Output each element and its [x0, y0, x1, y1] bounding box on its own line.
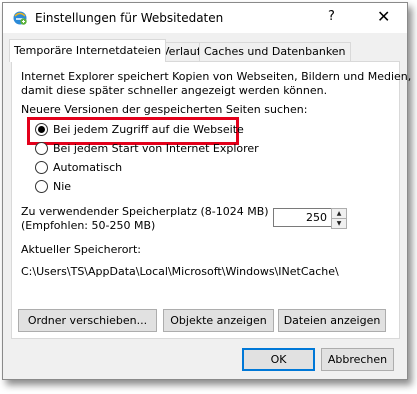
tab-temporary-internet-files[interactable]: Temporäre Internetdateien: [9, 39, 167, 62]
chevron-down-icon[interactable]: ▼: [332, 219, 346, 228]
radio-never[interactable]: [35, 180, 48, 193]
disk-space-recommended: (Empfohlen: 50-250 MB): [21, 219, 156, 232]
radio-automatic-label[interactable]: Automatisch: [53, 161, 122, 174]
radio-every-start[interactable]: [35, 142, 48, 155]
chevron-up-icon[interactable]: ▲: [332, 209, 346, 219]
help-button[interactable]: ?: [328, 9, 335, 24]
tab-caches-and-databases[interactable]: Caches und Datenbanken: [199, 42, 351, 61]
check-versions-heading: Neuere Versionen der gespeicherten Seite…: [21, 103, 308, 116]
window-title: Einstellungen für Websitedaten: [35, 11, 224, 25]
internet-explorer-icon: [13, 11, 27, 25]
radio-every-start-label[interactable]: Bei jedem Start von Internet Explorer: [53, 142, 259, 155]
settings-dialog: Einstellungen für Websitedaten ? ✕ Tempo…: [2, 2, 412, 380]
radio-automatic[interactable]: [35, 161, 48, 174]
cancel-button[interactable]: Abbrechen: [321, 348, 394, 371]
description-line-2: damit diese später schneller angezeigt w…: [21, 84, 328, 97]
close-button[interactable]: ✕: [377, 7, 390, 26]
disk-space-spinner[interactable]: ▲ ▼: [331, 208, 347, 229]
radio-never-label[interactable]: Nie: [53, 180, 71, 193]
view-files-button[interactable]: Dateien anzeigen: [278, 309, 386, 332]
disk-space-label: Zu verwendender Speicherplatz (8-1024 MB…: [21, 205, 269, 218]
disk-space-input[interactable]: 250: [273, 208, 332, 227]
current-location-label: Aktueller Speicherort:: [21, 243, 141, 256]
current-location-path: C:\Users\TS\AppData\Local\Microsoft\Wind…: [21, 265, 339, 278]
ok-button[interactable]: OK: [242, 348, 315, 371]
view-objects-button[interactable]: Objekte anzeigen: [163, 309, 274, 332]
description-line-1: Internet Explorer speichert Kopien von W…: [21, 70, 412, 83]
radio-every-visit[interactable]: [35, 123, 48, 136]
title-bar[interactable]: Einstellungen für Websitedaten ? ✕: [3, 3, 407, 33]
move-folder-button[interactable]: Ordner verschieben...: [18, 309, 157, 332]
radio-every-visit-label[interactable]: Bei jedem Zugriff auf die Webseite: [53, 123, 244, 136]
